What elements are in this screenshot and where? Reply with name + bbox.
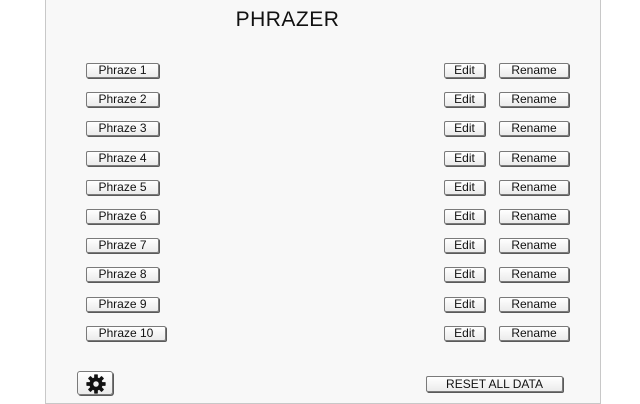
edit-button[interactable]: Edit [444, 209, 485, 224]
phraze-row: Phraze 2 Edit Rename [0, 92, 640, 108]
rename-button[interactable]: Rename [499, 63, 569, 78]
phraze-button[interactable]: Phraze 9 [86, 297, 159, 312]
phraze-row: Phraze 5 Edit Rename [0, 180, 640, 196]
rename-button[interactable]: Rename [499, 151, 569, 166]
app-title: PHRAZER [235, 8, 340, 31]
edit-button[interactable]: Edit [444, 63, 485, 78]
phraze-button[interactable]: Phraze 5 [86, 180, 159, 195]
rename-button[interactable]: Rename [499, 267, 569, 282]
phraze-row: Phraze 1 Edit Rename [0, 63, 640, 79]
edit-button[interactable]: Edit [444, 121, 485, 136]
settings-button[interactable] [77, 371, 113, 395]
phraze-row: Phraze 4 Edit Rename [0, 151, 640, 167]
phraze-button[interactable]: Phraze 8 [86, 267, 159, 282]
phrazer-panel [45, 0, 601, 404]
rename-button[interactable]: Rename [499, 121, 569, 136]
rename-button[interactable]: Rename [499, 209, 569, 224]
phraze-button[interactable]: Phraze 2 [86, 92, 159, 107]
phraze-button[interactable]: Phraze 4 [86, 151, 159, 166]
edit-button[interactable]: Edit [444, 151, 485, 166]
edit-button[interactable]: Edit [444, 180, 485, 195]
phraze-row: Phraze 9 Edit Rename [0, 297, 640, 313]
phraze-button[interactable]: Phraze 6 [86, 209, 159, 224]
rename-button[interactable]: Rename [499, 297, 569, 312]
edit-button[interactable]: Edit [444, 326, 485, 341]
phraze-row: Phraze 3 Edit Rename [0, 121, 640, 137]
phraze-button[interactable]: Phraze 10 [86, 326, 166, 341]
rename-button[interactable]: Rename [499, 180, 569, 195]
rename-button[interactable]: Rename [499, 238, 569, 253]
edit-button[interactable]: Edit [444, 297, 485, 312]
phraze-button[interactable]: Phraze 7 [86, 238, 159, 253]
reset-all-data-button[interactable]: RESET ALL DATA [426, 376, 563, 392]
phraze-row: Phraze 10 Edit Rename [0, 326, 640, 342]
phraze-row: Phraze 8 Edit Rename [0, 267, 640, 283]
rename-button[interactable]: Rename [499, 326, 569, 341]
edit-button[interactable]: Edit [444, 238, 485, 253]
phraze-row: Phraze 7 Edit Rename [0, 238, 640, 254]
edit-button[interactable]: Edit [444, 92, 485, 107]
phraze-button[interactable]: Phraze 3 [86, 121, 159, 136]
phraze-row: Phraze 6 Edit Rename [0, 209, 640, 225]
rename-button[interactable]: Rename [499, 92, 569, 107]
phraze-button[interactable]: Phraze 1 [86, 63, 159, 78]
edit-button[interactable]: Edit [444, 267, 485, 282]
